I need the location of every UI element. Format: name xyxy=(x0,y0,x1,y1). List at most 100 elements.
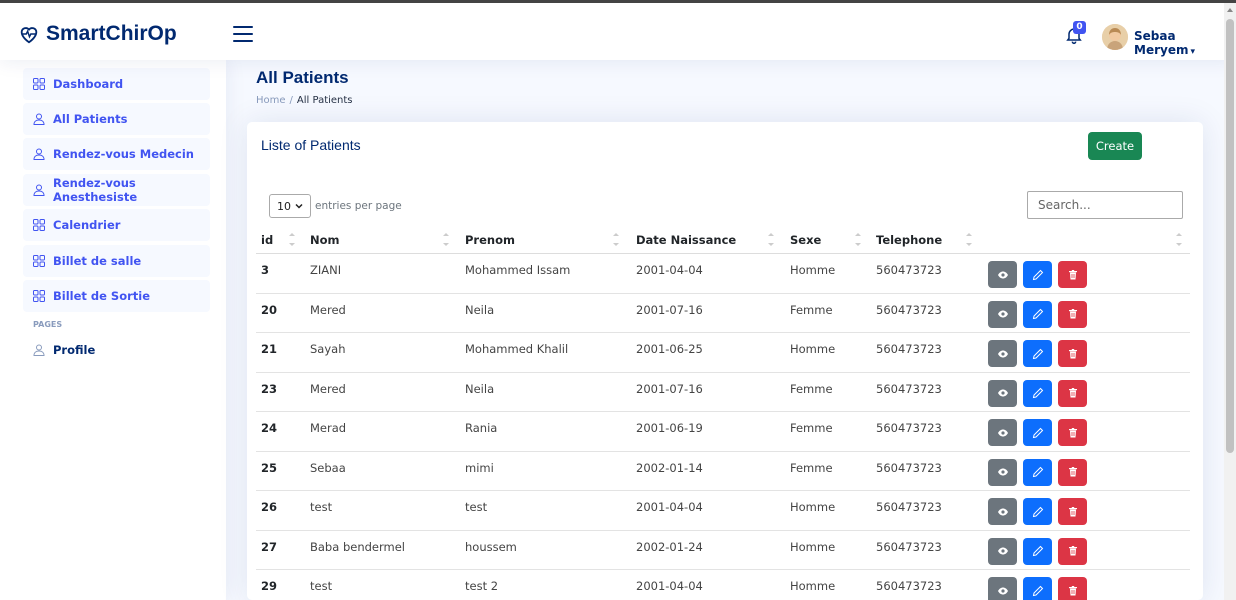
sidebar: Dashboard All Patients Rendez-vous Medec… xyxy=(0,60,226,600)
person-icon xyxy=(33,184,45,196)
person-icon xyxy=(33,148,45,160)
sort-icon[interactable] xyxy=(966,230,972,250)
column-header-id[interactable]: id xyxy=(261,233,273,247)
edit-button[interactable] xyxy=(1023,498,1052,525)
column-header-sexe[interactable]: Sexe xyxy=(790,233,821,247)
view-button[interactable] xyxy=(988,261,1017,288)
menu-toggle-icon[interactable] xyxy=(233,26,253,42)
page-title: All Patients xyxy=(256,68,349,87)
sidebar-item-profile[interactable]: Profile xyxy=(23,338,95,362)
row-actions xyxy=(988,577,1087,600)
delete-button[interactable] xyxy=(1058,340,1087,367)
cell-nom: Mered xyxy=(310,381,346,396)
edit-button[interactable] xyxy=(1023,458,1052,486)
view-button[interactable] xyxy=(988,577,1017,600)
table-row: 29 test test 2 2001-04-04 Homme 56047372… xyxy=(256,570,1190,600)
app-name: SmartChirOp xyxy=(46,22,177,45)
cell-prenom: Mohammed Khalil xyxy=(465,342,569,356)
sort-icon[interactable] xyxy=(289,230,295,250)
table-row: 20 Mered Neila 2001-07-16 Femme 56047372… xyxy=(256,294,1190,333)
column-header-date-naissance[interactable]: Date Naissance xyxy=(636,233,736,247)
edit-button[interactable] xyxy=(1023,340,1052,367)
card-title: Liste of Patients xyxy=(261,137,361,153)
cell-nom: Baba bendermel xyxy=(310,539,405,554)
view-button[interactable] xyxy=(988,300,1017,328)
create-button[interactable]: Create xyxy=(1088,132,1142,160)
sidebar-heading-pages: PAGES xyxy=(33,320,63,329)
sidebar-item-billet-de-sortie[interactable]: Billet de Sortie xyxy=(23,280,210,312)
cell-sexe: Femme xyxy=(790,381,833,396)
sort-icon[interactable] xyxy=(613,230,619,250)
view-button[interactable] xyxy=(988,458,1017,486)
edit-button[interactable] xyxy=(1023,300,1052,328)
eye-icon xyxy=(997,271,1008,278)
cell-sexe: Femme xyxy=(790,421,833,435)
entries-value: 10 xyxy=(277,199,291,213)
view-button[interactable] xyxy=(988,340,1017,367)
sidebar-item-label: Calendrier xyxy=(53,218,121,232)
eye-icon xyxy=(997,350,1008,357)
cell-id: 20 xyxy=(261,302,278,317)
pencil-icon xyxy=(1032,585,1043,596)
cell-id: 29 xyxy=(261,579,278,593)
grid-icon xyxy=(33,290,45,302)
delete-button[interactable] xyxy=(1058,261,1087,288)
view-button[interactable] xyxy=(988,419,1017,446)
cell-telephone: 560473723 xyxy=(876,539,942,554)
sidebar-item-dashboard[interactable]: Dashboard xyxy=(23,68,210,100)
view-button[interactable] xyxy=(988,498,1017,525)
delete-button[interactable] xyxy=(1058,577,1087,600)
sidebar-item-rendez-vous-medecin[interactable]: Rendez-vous Medecin xyxy=(23,138,210,170)
cell-prenom: houssem xyxy=(465,539,517,554)
sidebar-item-rendez-vous-anesthesiste[interactable]: Rendez-vous Anesthesiste xyxy=(23,174,210,206)
delete-button[interactable] xyxy=(1058,458,1087,486)
sort-icon[interactable] xyxy=(1176,230,1182,250)
view-button[interactable] xyxy=(988,537,1017,565)
breadcrumb-current: All Patients xyxy=(296,95,353,106)
avatar[interactable] xyxy=(1102,24,1128,50)
row-actions xyxy=(988,300,1087,328)
edit-button[interactable] xyxy=(1023,537,1052,565)
sidebar-item-label: Rendez-vous Anesthesiste xyxy=(53,176,138,204)
sort-icon[interactable] xyxy=(855,230,861,250)
delete-button[interactable] xyxy=(1058,419,1087,446)
scroll-up-icon[interactable] xyxy=(1227,8,1233,12)
user-menu[interactable]: Sebaa Meryem ▾ xyxy=(1134,29,1236,57)
view-button[interactable] xyxy=(988,379,1017,407)
edit-button[interactable] xyxy=(1023,419,1052,446)
delete-button[interactable] xyxy=(1058,300,1087,328)
sort-icon[interactable] xyxy=(768,230,774,250)
delete-button[interactable] xyxy=(1058,537,1087,565)
pencil-icon xyxy=(1032,466,1043,478)
eye-icon xyxy=(997,547,1008,555)
edit-button[interactable] xyxy=(1023,577,1052,600)
chevron-down-icon xyxy=(295,203,303,209)
sort-icon[interactable] xyxy=(443,230,449,250)
scrollbar-thumb[interactable] xyxy=(1226,19,1234,453)
pencil-icon xyxy=(1032,545,1043,557)
cell-nom: Mered xyxy=(310,302,346,317)
breadcrumb-home[interactable]: Home xyxy=(256,95,286,106)
entries-select[interactable]: 10 xyxy=(269,194,311,218)
delete-button[interactable] xyxy=(1058,379,1087,407)
sidebar-item-billet-de-salle[interactable]: Billet de salle xyxy=(23,245,210,277)
page-scrollbar[interactable] xyxy=(1224,3,1236,600)
row-actions xyxy=(988,537,1087,565)
column-header-prenom[interactable]: Prenom xyxy=(465,233,515,247)
table-header: id Nom Prenom Date Naissance Sexe Teleph… xyxy=(256,226,1190,254)
column-header-telephone[interactable]: Telephone xyxy=(876,233,942,247)
cell-nom: test xyxy=(310,579,333,593)
row-actions xyxy=(988,340,1087,367)
eye-icon xyxy=(997,389,1008,397)
search-input[interactable]: Search... xyxy=(1027,191,1183,219)
cell-prenom: Rania xyxy=(465,421,498,435)
column-header-nom[interactable]: Nom xyxy=(310,233,340,247)
cell-id: 21 xyxy=(261,342,278,356)
sidebar-item-all-patients[interactable]: All Patients xyxy=(23,103,210,135)
sidebar-item-calendrier[interactable]: Calendrier xyxy=(23,209,210,241)
delete-button[interactable] xyxy=(1058,498,1087,525)
app-logo[interactable]: SmartChirOp xyxy=(18,22,177,46)
sidebar-item-label: Billet de Sortie xyxy=(53,289,151,303)
edit-button[interactable] xyxy=(1023,261,1052,288)
edit-button[interactable] xyxy=(1023,379,1052,407)
